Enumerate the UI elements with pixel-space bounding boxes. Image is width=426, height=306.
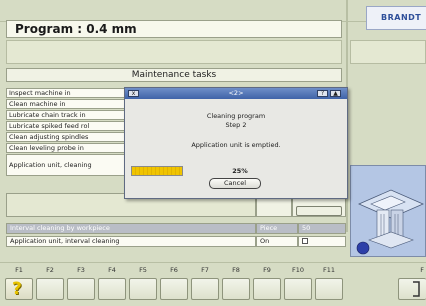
task-row[interactable]: Lubricate chain track in — [6, 110, 126, 120]
fkey-label-f9: F9 — [263, 266, 271, 274]
dialog-maximize-button[interactable]: ▲ — [330, 90, 341, 97]
maintenance-title: Maintenance tasks — [6, 68, 342, 82]
help-button[interactable]: ? — [5, 278, 33, 300]
fkey-label-f6: F6 — [170, 266, 178, 274]
bracket-icon — [413, 281, 420, 297]
dialog-help-button[interactable]: ? — [317, 90, 328, 97]
fkey-label-f1: F1 — [15, 266, 23, 274]
fkey-button-f2[interactable] — [36, 278, 64, 300]
top-bar — [0, 0, 426, 22]
dialog-message-step: Step 2 — [225, 121, 247, 129]
fkey-button-f3[interactable] — [67, 278, 95, 300]
close-icon[interactable]: x — [128, 90, 139, 97]
row-unit: Piece — [256, 223, 298, 234]
interval-cleaning-checkbox[interactable] — [302, 238, 308, 244]
small-button[interactable] — [296, 206, 342, 216]
fkey-label-f2: F2 — [46, 266, 54, 274]
help-icon: ? — [12, 279, 22, 299]
row-value[interactable] — [298, 236, 346, 247]
task-row[interactable]: Clean leveling probe in — [6, 143, 126, 153]
right-panel — [350, 84, 426, 164]
fkey-button-f6[interactable] — [160, 278, 188, 300]
fkey-button-f11[interactable] — [315, 278, 343, 300]
fkey-label-f3: F3 — [77, 266, 85, 274]
table-row-interval-workpiece[interactable]: Interval cleaning by workpiece Piece 50 — [6, 223, 346, 234]
row-label: Application unit, interval cleaning — [6, 236, 256, 247]
row-label: Interval cleaning by workpiece — [6, 223, 256, 234]
task-row[interactable]: Clean adjusting spindles — [6, 132, 126, 142]
dialog-message-status: Application unit is emptied. — [191, 141, 281, 149]
fkey-button-f4[interactable] — [98, 278, 126, 300]
fkey-label-f10: F10 — [291, 266, 304, 274]
right-info-strip — [350, 40, 426, 64]
fkey-label-f11: F11 — [322, 266, 335, 274]
fkey-button-f10[interactable] — [284, 278, 312, 300]
fkey-button-f8[interactable] — [222, 278, 250, 300]
fkey-label-f5: F5 — [139, 266, 147, 274]
brand-logo: BRANDT — [366, 6, 426, 30]
task-row[interactable]: Lubricate spiked feed rol — [6, 121, 126, 131]
cancel-button[interactable]: Cancel — [209, 178, 261, 189]
fkey-label-f7: F7 — [201, 266, 209, 274]
row-unit: On — [256, 236, 298, 247]
fkey-button-f9[interactable] — [253, 278, 281, 300]
program-title: Program : 0.4 mm — [6, 20, 342, 38]
progress-bar — [131, 166, 183, 176]
machine-illustration — [350, 165, 426, 257]
info-strip — [6, 40, 342, 64]
fkey-button-f12[interactable] — [398, 278, 426, 300]
fkey-button-f7[interactable] — [191, 278, 219, 300]
cleaning-program-dialog: <2> x ? ▲ Cleaning program Step 2 Applic… — [124, 87, 348, 199]
dialog-title: <2> — [228, 89, 244, 97]
table-row-interval-cleaning[interactable]: Application unit, interval cleaning On — [6, 236, 346, 247]
task-row[interactable]: Clean machine in — [6, 99, 126, 109]
fkey-label-f8: F8 — [232, 266, 240, 274]
machine-diagram-icon — [356, 189, 424, 255]
fkey-label-f12: F — [420, 266, 424, 274]
task-row[interactable]: Inspect machine in — [6, 88, 126, 98]
fkey-label-f4: F4 — [108, 266, 116, 274]
task-row[interactable]: Application unit, cleaning — [6, 154, 126, 176]
dialog-message-title: Cleaning program — [206, 112, 266, 120]
row-value[interactable]: 50 — [298, 223, 346, 234]
fkey-button-f5[interactable] — [129, 278, 157, 300]
progress-bar-fill — [132, 167, 182, 175]
progress-percent: 25% — [232, 167, 248, 175]
